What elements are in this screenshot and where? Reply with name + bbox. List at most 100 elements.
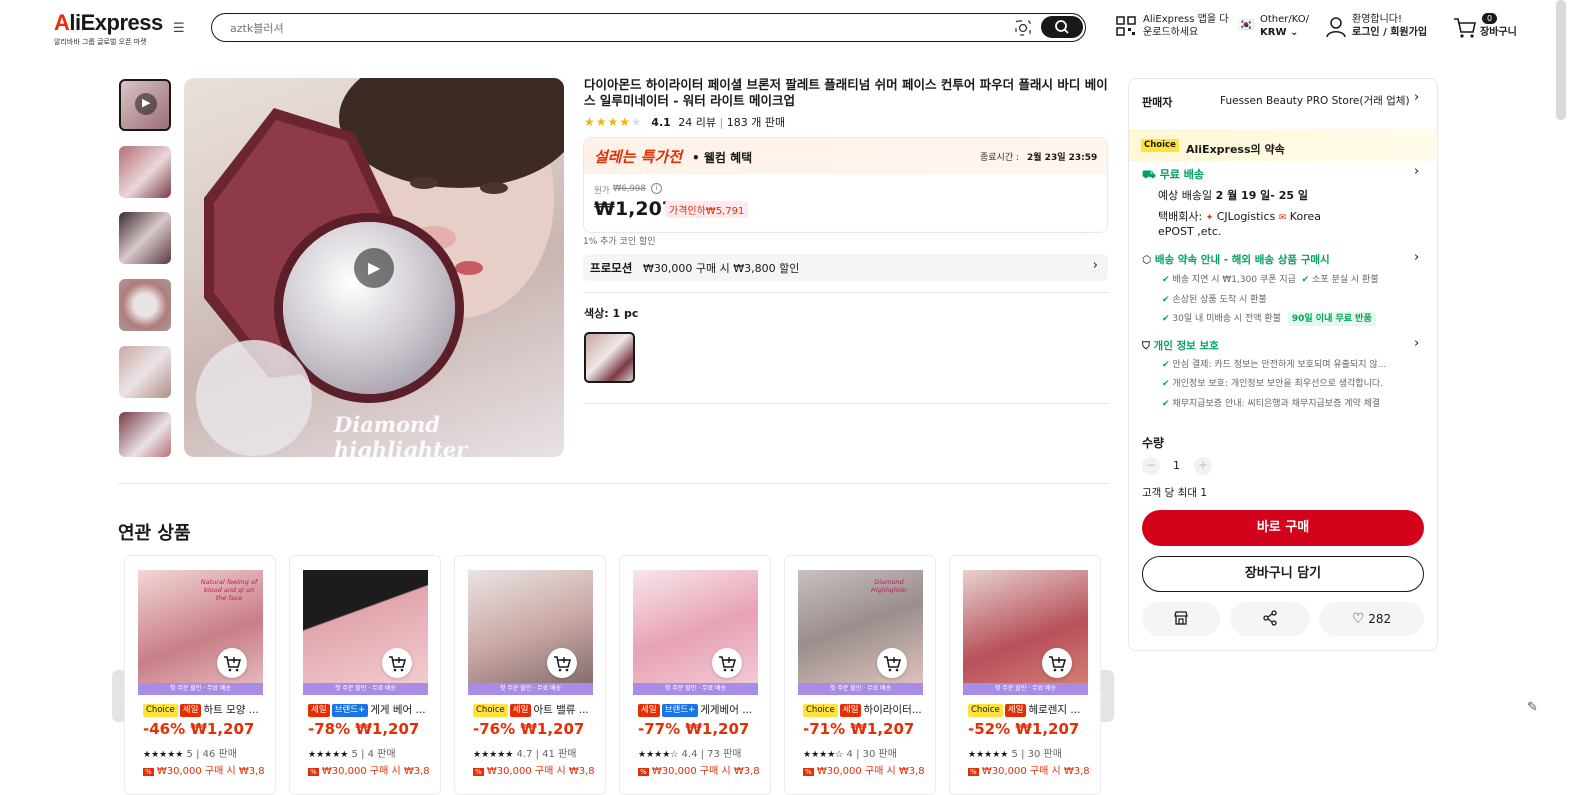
star-rating-icon: ★★★★★ — [473, 750, 514, 760]
region-selector[interactable]: 🇰🇷 Other/KO/ KRW ⌄ — [1238, 13, 1309, 39]
qr-code-icon — [1116, 16, 1136, 36]
privacy-item-2: 개인정보 보호: 개인정보 보안을 최우선으로 생각합니다. — [1172, 379, 1384, 389]
check-icon: ✔ — [1162, 275, 1170, 285]
logo-text: AliExpress — [54, 10, 163, 35]
return-badge: 90일 이내 무료 반품 — [1287, 312, 1376, 326]
aliexpress-logo[interactable]: AliExpress 알리바바 그룹 글로벌 오픈 마켓 — [54, 10, 163, 47]
scrollbar-thumb[interactable] — [1556, 0, 1566, 120]
original-label: 원가 — [594, 186, 610, 196]
store-button[interactable] — [1142, 602, 1220, 636]
wishlist-button[interactable]: ♡ 282 — [1319, 602, 1424, 636]
star-rating-icon: ★★★★★ — [143, 750, 184, 760]
add-to-cart-icon-button[interactable] — [712, 648, 742, 678]
thumbnail-4[interactable] — [119, 279, 171, 331]
add-to-cart-button[interactable]: 장바구니 담기 — [1142, 556, 1424, 592]
share-button[interactable] — [1230, 602, 1310, 636]
badge: 세일 — [308, 704, 330, 717]
product-stats: ★★★★★ 4.7 | 41 판매 — [473, 749, 577, 760]
add-to-cart-icon-button[interactable] — [547, 648, 577, 678]
thumbnail-text: Natural feeling of blood and qi on the f… — [200, 578, 258, 602]
check-icon: ✔ — [1162, 295, 1170, 305]
end-time: 2월 23일 23:59 — [1027, 153, 1098, 163]
seller-name[interactable]: Fuessen Beauty PRO Store(거래 업체) — [1220, 93, 1410, 108]
korea-flag-icon: 🇰🇷 — [1238, 18, 1255, 33]
product-name: 하이라이터... — [863, 704, 922, 716]
promotion-row[interactable]: 프로모션 ₩30,000 구매 시 ₩3,800 할인 › — [583, 254, 1108, 281]
discount-tag: 가격인하₩5,791 — [665, 201, 749, 218]
related-product-card[interactable]: Natural feeling of blood and qi on the f… — [124, 555, 276, 795]
add-to-cart-icon-button[interactable] — [382, 648, 412, 678]
add-to-cart-icon-button[interactable] — [877, 648, 907, 678]
related-product-card[interactable]: Diamond Highlighter 첫 주문 할인 · 무료 배송 Choice… — [784, 555, 936, 795]
product-price: -71% ₩1,207 — [803, 720, 915, 738]
deal-banner: 설레는 특가전 • 웰컴 혜택 종료시간 : 2월 23일 23:59 — [584, 138, 1107, 174]
thumbnail-6[interactable] — [119, 412, 171, 457]
add-to-cart-icon-button[interactable] — [1042, 648, 1072, 678]
product-title: 다이아몬드 하이라이터 페이셜 브론저 팔레트 플래티넘 쉬머 페이스 컨투어 … — [584, 77, 1108, 108]
free-shipping-row[interactable]: ⛟ 무료 배송 — [1142, 166, 1204, 183]
edit-feedback-icon[interactable]: ✎ — [1527, 700, 1545, 718]
download-app-link[interactable]: AliExpress 앱을 다 운로드하세요 — [1116, 13, 1228, 39]
product-stats: ★★★★☆ 4 | 30 판매 — [803, 749, 897, 760]
star-empty-icon: ★ — [631, 115, 642, 129]
play-icon: ▶ — [368, 258, 381, 277]
product-stats: ★★★★★ 5 | 46 판매 — [143, 749, 237, 760]
promo-label: 프로모션 — [590, 261, 633, 275]
thumbnail-2[interactable] — [119, 146, 171, 198]
thumbnail-5[interactable] — [119, 346, 171, 398]
thumbnail-1[interactable]: ▶ — [119, 79, 171, 131]
buy-now-button[interactable]: 바로 구매 — [1142, 510, 1424, 546]
account-menu[interactable]: 환영합니다! 로그인 / 회원가입 — [1326, 13, 1427, 39]
play-video-button[interactable]: ▶ — [354, 248, 394, 288]
delivery-guarantee-row[interactable]: ⬡ 배송 약속 안내 - 해외 배송 상품 구매시 — [1142, 252, 1330, 267]
wishlist-count: 282 — [1368, 612, 1392, 626]
product-name-row: Choice 세일 하이라이터... — [803, 702, 928, 717]
search-button[interactable] — [1041, 16, 1083, 38]
cart-count-badge: 0 — [1482, 13, 1498, 24]
original-price: ₩6,998 — [613, 184, 646, 194]
product-sold: 46 판매 — [202, 749, 237, 760]
star-rating-icon: ★★★★ — [584, 115, 632, 129]
related-product-card[interactable]: 첫 주문 할인 · 무료 배송 Choice 세일 아트 밸류 ... -76% ₩1,… — [454, 555, 606, 795]
main-product-image[interactable]: ▶ Diamond highlighter — [184, 78, 564, 457]
add-to-cart-icon-button[interactable] — [217, 648, 247, 678]
related-product-card[interactable]: 첫 주문 할인 · 무료 배송 세일 브랜드+ 게게베어 ... -77% ₩1,207… — [619, 555, 771, 795]
qty-increase-button[interactable]: + — [1194, 457, 1212, 475]
guarantee-title: 배송 약속 안내 - 해외 배송 상품 구매시 — [1154, 254, 1330, 266]
qty-decrease-button[interactable]: − — [1142, 457, 1160, 475]
heart-icon: ♡ — [1351, 611, 1365, 627]
coupon-icon: % — [803, 768, 814, 776]
choice-badge: Choice — [1141, 139, 1179, 152]
info-icon[interactable]: i — [651, 183, 662, 194]
related-product-card[interactable]: 첫 주문 할인 · 무료 배송 세일 브랜드+ 게게 베어 ... -78% ₩1,20… — [289, 555, 441, 795]
coin-note: 1% 추가 코인 할인 — [583, 237, 656, 247]
logo-tagline: 알리바바 그룹 글로벌 오픈 마켓 — [54, 38, 147, 46]
related-products-title: 연관 상품 — [118, 523, 191, 544]
qty-value[interactable]: 1 — [1173, 459, 1180, 472]
free-shipping-label: 무료 배송 — [1159, 168, 1204, 181]
chevron-right-icon: › — [1092, 258, 1098, 273]
rating-value: 4.1 — [651, 116, 671, 129]
thumbnail-3[interactable] — [119, 212, 171, 264]
product-rating: 4.7 — [516, 749, 533, 760]
badge: 세일 — [509, 704, 532, 717]
coupon-icon: % — [638, 768, 649, 776]
coupon-row: % ₩30,000 구매 시 ₩3,8 — [473, 762, 595, 777]
star-rating-icon: ★★★★★ — [308, 750, 349, 760]
menu-icon[interactable]: ☰ — [173, 22, 187, 36]
guarantee-item-3: 손상된 상품 도착 시 환불 — [1172, 295, 1267, 305]
choice-promise-bar: Choice AliExpress의 약속 — [1129, 129, 1437, 161]
review-count: 24 리뷰 — [678, 116, 717, 129]
search-input[interactable] — [230, 19, 990, 37]
coupon-row: % ₩30,000 구매 시 ₩3,8 — [638, 762, 760, 777]
rating-row[interactable]: ★★★★★ 4.1 24 리뷰 | 183 개 판매 — [584, 114, 785, 130]
badge: Choice — [143, 704, 178, 717]
color-option-1pc[interactable] — [584, 332, 635, 383]
badge: 세일 — [638, 704, 660, 717]
image-search-icon[interactable] — [1014, 19, 1032, 37]
cj-logo-icon: ✦ — [1205, 213, 1214, 223]
privacy-row[interactable]: ⛉ 개인 정보 보호 — [1142, 338, 1219, 353]
related-product-card[interactable]: 첫 주문 할인 · 무료 배송 Choice 세일 헤로렌지 ... -52% ₩1,2… — [949, 555, 1101, 795]
privacy-item-3: 채무지급보증 안내: 씨티은행과 채무지급보증 계약 체결 — [1172, 399, 1381, 409]
cart-link[interactable]: 0 장바구니 — [1453, 13, 1517, 39]
